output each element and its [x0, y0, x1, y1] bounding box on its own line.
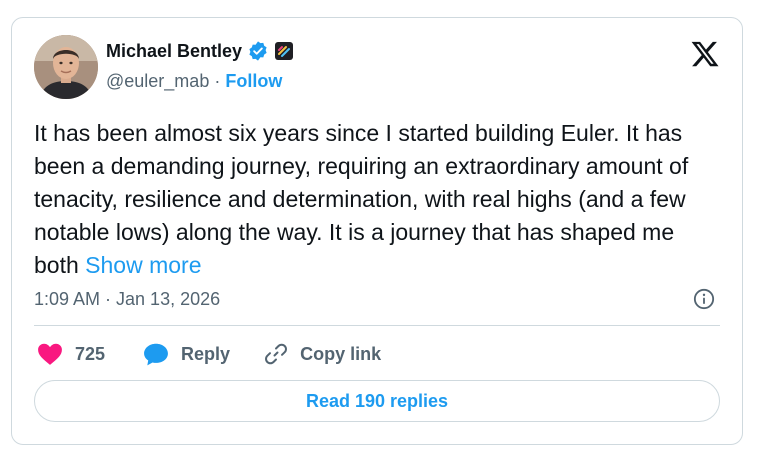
author-handle[interactable]: @euler_mab [106, 70, 209, 92]
read-replies-button[interactable]: Read 190 replies [34, 380, 720, 422]
heart-icon [38, 343, 62, 365]
author-handle-row: @euler_mab · Follow [106, 70, 282, 92]
reply-label: Reply [181, 343, 231, 364]
affiliate-badge-icon [275, 42, 294, 60]
author-display-name[interactable]: Michael Bentley [106, 40, 242, 62]
divider [34, 325, 720, 326]
like-count: 725 [75, 343, 106, 364]
tweet-timestamp[interactable]: 1:09 AM · Jan 13, 2026 [34, 288, 220, 310]
show-more-link[interactable]: Show more [85, 252, 201, 278]
reply-button[interactable]: Reply [143, 342, 230, 366]
avatar[interactable] [34, 35, 98, 99]
tweet-text: It has been almost six years since I sta… [34, 117, 724, 282]
tweet-actions: 725 Reply Copy link [37, 340, 381, 368]
link-icon [265, 343, 288, 365]
verified-badge-icon [249, 41, 267, 61]
reply-bubble-icon [144, 343, 168, 366]
tweet-card[interactable]: Michael Bentley @euler_mab · Follow It h… [11, 17, 743, 445]
info-icon[interactable] [693, 288, 715, 310]
copy-link-button[interactable]: Copy link [264, 342, 381, 366]
follow-button[interactable]: Follow [225, 70, 282, 92]
copy-link-label: Copy link [300, 343, 382, 364]
author-name-row: Michael Bentley [106, 40, 294, 62]
like-button[interactable]: 725 [37, 342, 105, 366]
avatar-image [34, 35, 98, 99]
x-logo-icon[interactable] [690, 39, 720, 69]
separator-dot: · [214, 71, 221, 91]
